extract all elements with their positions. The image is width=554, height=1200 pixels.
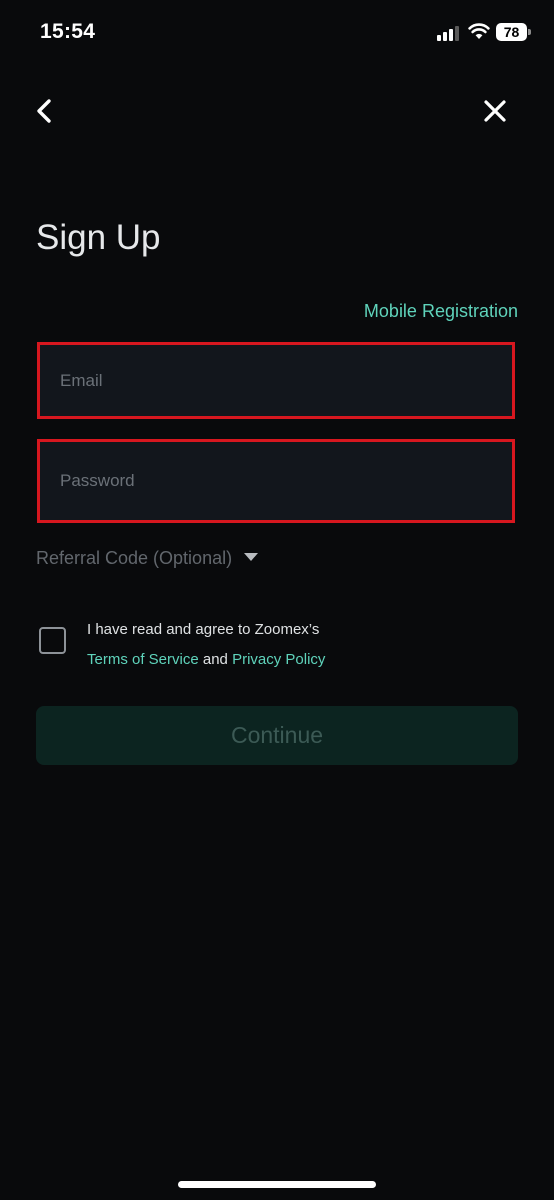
agree-checkbox[interactable] [39, 627, 66, 654]
agreement-links: Terms of Service and Privacy Policy [87, 651, 325, 668]
cellular-signal-icon [437, 25, 463, 41]
status-bar: 15:54 78 [0, 0, 554, 66]
continue-button[interactable]: Continue [36, 706, 518, 765]
status-time: 15:54 [40, 20, 96, 43]
password-field-container [37, 439, 515, 523]
agreement-text: I have read and agree to Zoomex’s [87, 621, 320, 638]
email-input[interactable] [40, 345, 512, 416]
home-indicator [178, 1181, 376, 1188]
referral-code-label: Referral Code (Optional) [36, 548, 233, 568]
chevron-left-icon[interactable] [30, 96, 60, 126]
battery-level: 78 [503, 24, 520, 40]
page-title: Sign Up [36, 218, 161, 257]
close-icon[interactable] [480, 96, 510, 126]
agreement-and-text: and [202, 651, 228, 668]
caret-down-icon [244, 553, 259, 562]
password-input[interactable] [40, 442, 512, 520]
terms-of-service-link[interactable]: Terms of Service [87, 651, 199, 668]
referral-code-toggle[interactable]: Referral Code (Optional) [36, 548, 259, 569]
wifi-icon [468, 23, 490, 39]
mobile-registration-link[interactable]: Mobile Registration [364, 301, 518, 322]
battery-icon: 78 [496, 23, 527, 41]
email-field-container [37, 342, 515, 419]
privacy-policy-link[interactable]: Privacy Policy [232, 651, 325, 668]
battery-tip [528, 29, 531, 35]
